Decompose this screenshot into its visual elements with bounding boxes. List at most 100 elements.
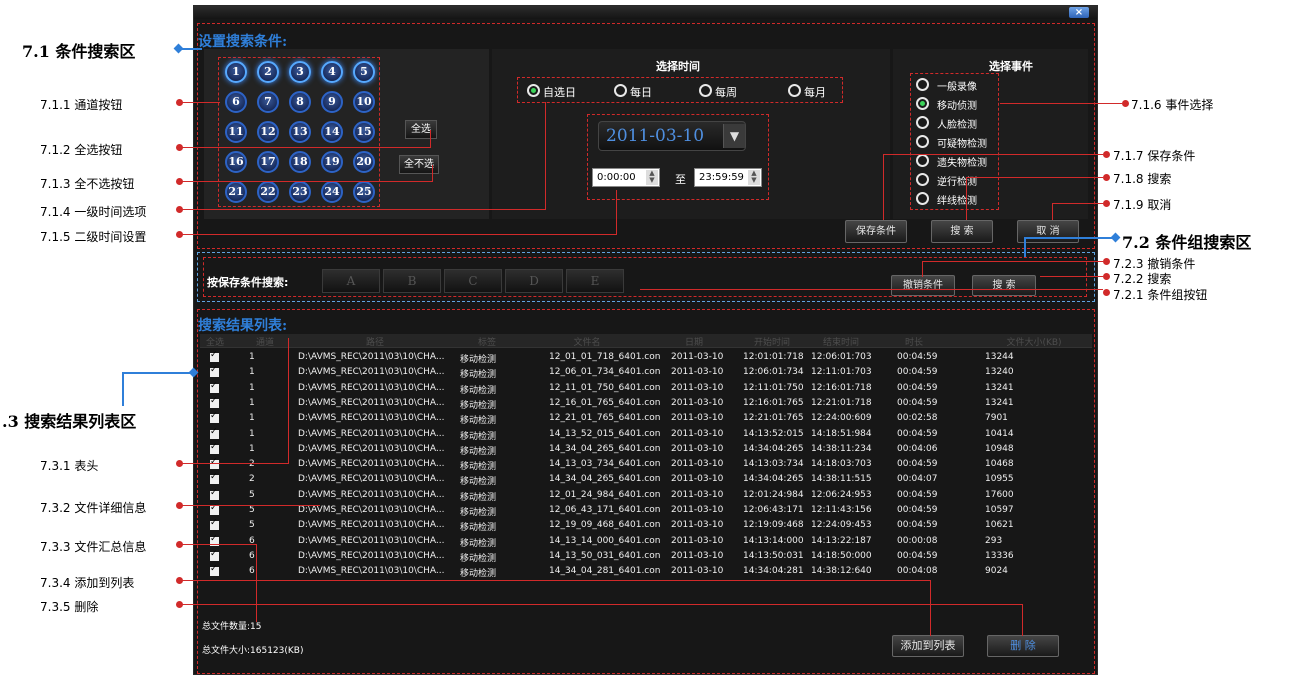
event-radio[interactable] (916, 173, 929, 186)
channel-button[interactable]: 7 (257, 91, 279, 113)
row-checkbox[interactable] (210, 350, 219, 362)
channel-button[interactable]: 20 (353, 151, 375, 173)
time-option-radio[interactable] (614, 84, 627, 97)
column-header[interactable]: 文件名 (527, 335, 647, 348)
row-checkbox[interactable] (210, 457, 219, 470)
channel-button[interactable]: 12 (257, 121, 279, 143)
row-checkbox[interactable] (210, 564, 219, 577)
channel-button[interactable]: 11 (225, 121, 247, 143)
condition-group-button[interactable]: A (322, 269, 380, 293)
channel-button[interactable]: 23 (289, 181, 311, 203)
column-header[interactable]: 文件大小(KB) (984, 335, 1084, 348)
time-option-radio[interactable] (788, 84, 801, 97)
column-header[interactable]: 标签 (462, 335, 512, 348)
channel-button[interactable]: 15 (353, 121, 375, 143)
channel-button[interactable]: 8 (289, 91, 311, 113)
column-header[interactable]: 通道 (250, 335, 280, 348)
condition-group-button[interactable]: D (505, 269, 563, 293)
channel-button[interactable]: 10 (353, 91, 375, 113)
condition-group-button[interactable]: B (383, 269, 441, 293)
add-to-list-button[interactable]: 添加到列表 (892, 635, 964, 657)
time-spinner-icon[interactable]: ▲ ▼ (646, 170, 658, 185)
select-all-button[interactable]: 全选 (405, 120, 437, 139)
table-cell: 293 (985, 535, 1003, 546)
channel-button[interactable]: 24 (321, 181, 343, 203)
table-cell: 12:06:43:171 (743, 505, 804, 515)
event-radio[interactable] (916, 192, 929, 205)
channel-button[interactable]: 6 (225, 91, 247, 113)
table-cell: 2011-03-10 (671, 520, 724, 531)
column-header[interactable]: 开始时间 (742, 335, 802, 348)
channel-button[interactable]: 13 (289, 121, 311, 143)
column-header[interactable]: 日期 (664, 335, 724, 348)
row-checkbox[interactable] (210, 381, 219, 393)
date-picker[interactable]: 2011-03-10 ▼ (598, 121, 746, 151)
channel-button[interactable]: 14 (321, 121, 343, 143)
row-checkbox[interactable] (210, 442, 219, 454)
table-cell: 14:18:50:000 (811, 550, 872, 561)
channel-button[interactable]: 25 (353, 181, 375, 203)
total-size: 总文件大小:165123(KB) (202, 646, 304, 656)
table-cell: 移动检测 (460, 492, 497, 503)
channel-button[interactable]: 2 (257, 61, 279, 83)
table-cell: 12:11:01:703 (811, 367, 872, 378)
channel-button[interactable]: 19 (321, 151, 343, 173)
row-checkbox[interactable] (210, 503, 219, 515)
table-cell: 13241 (985, 382, 1014, 393)
save-condition-button[interactable]: 保存条件 (845, 220, 907, 243)
time-spinner-icon[interactable]: ▲ ▼ (748, 170, 760, 185)
group-search-button[interactable]: 搜 索 (972, 275, 1036, 296)
time-from-value: 0:00:00 (597, 172, 636, 183)
search-button[interactable]: 搜 索 (931, 220, 993, 243)
table-cell: 10621 (985, 520, 1014, 531)
channel-button[interactable]: 17 (257, 151, 279, 173)
column-header[interactable]: 全选 (202, 335, 228, 348)
channel-button[interactable]: 16 (225, 151, 247, 173)
time-option-label: 每日 (630, 86, 652, 99)
channel-button[interactable]: 4 (321, 61, 343, 83)
event-radio[interactable] (916, 154, 929, 167)
event-radio[interactable] (916, 78, 929, 91)
row-checkbox[interactable] (210, 472, 219, 485)
row-checkbox[interactable] (210, 411, 219, 424)
row-checkbox[interactable] (210, 488, 219, 500)
close-button[interactable]: × (1069, 7, 1089, 18)
column-header[interactable]: 结束时间 (811, 335, 871, 348)
chevron-down-icon[interactable]: ▼ (723, 124, 745, 148)
time-option-radio[interactable] (527, 84, 540, 97)
table-cell: D:\AVMS_REC\2011\03\10\CHA... (298, 413, 445, 424)
table-cell: 12_21_01_765_6401.con (549, 413, 661, 424)
channel-button[interactable]: 21 (225, 181, 247, 203)
table-cell: 2 (249, 474, 255, 485)
column-header[interactable]: 时长 (884, 335, 944, 348)
condition-group-button[interactable]: C (444, 269, 502, 293)
table-cell: 14:13:03:734 (743, 459, 804, 470)
table-cell: 00:04:59 (897, 489, 938, 500)
channel-button[interactable]: 1 (225, 61, 247, 83)
channel-button[interactable]: 18 (289, 151, 311, 173)
row-checkbox[interactable] (210, 518, 219, 531)
channel-button[interactable]: 5 (353, 61, 375, 83)
delete-button[interactable]: 删 除 (987, 635, 1059, 657)
cancel-button[interactable]: 取 消 (1017, 220, 1079, 243)
channel-button[interactable]: 22 (257, 181, 279, 203)
time-option-radio[interactable] (699, 84, 712, 97)
row-checkbox[interactable] (210, 365, 219, 378)
table-cell: 00:04:08 (897, 566, 938, 577)
channel-button[interactable]: 9 (321, 91, 343, 113)
row-checkbox[interactable] (210, 549, 219, 561)
row-checkbox[interactable] (210, 396, 219, 408)
time-from-field[interactable]: 0:00:00 ▲ ▼ (592, 168, 660, 187)
condition-group-button[interactable]: E (566, 269, 624, 293)
event-radio[interactable] (916, 97, 929, 110)
table-cell: 00:04:59 (897, 428, 938, 439)
channel-button[interactable]: 3 (289, 61, 311, 83)
event-radio[interactable] (916, 116, 929, 129)
revoke-condition-button[interactable]: 撤销条件 (891, 275, 955, 296)
date-value: 2011-03-10 (606, 126, 705, 146)
event-radio[interactable] (916, 135, 929, 148)
column-header[interactable]: 路径 (300, 335, 450, 348)
row-checkbox[interactable] (210, 427, 219, 439)
select-none-button[interactable]: 全不选 (399, 155, 439, 174)
time-to-field[interactable]: 23:59:59 ▲ ▼ (694, 168, 762, 187)
